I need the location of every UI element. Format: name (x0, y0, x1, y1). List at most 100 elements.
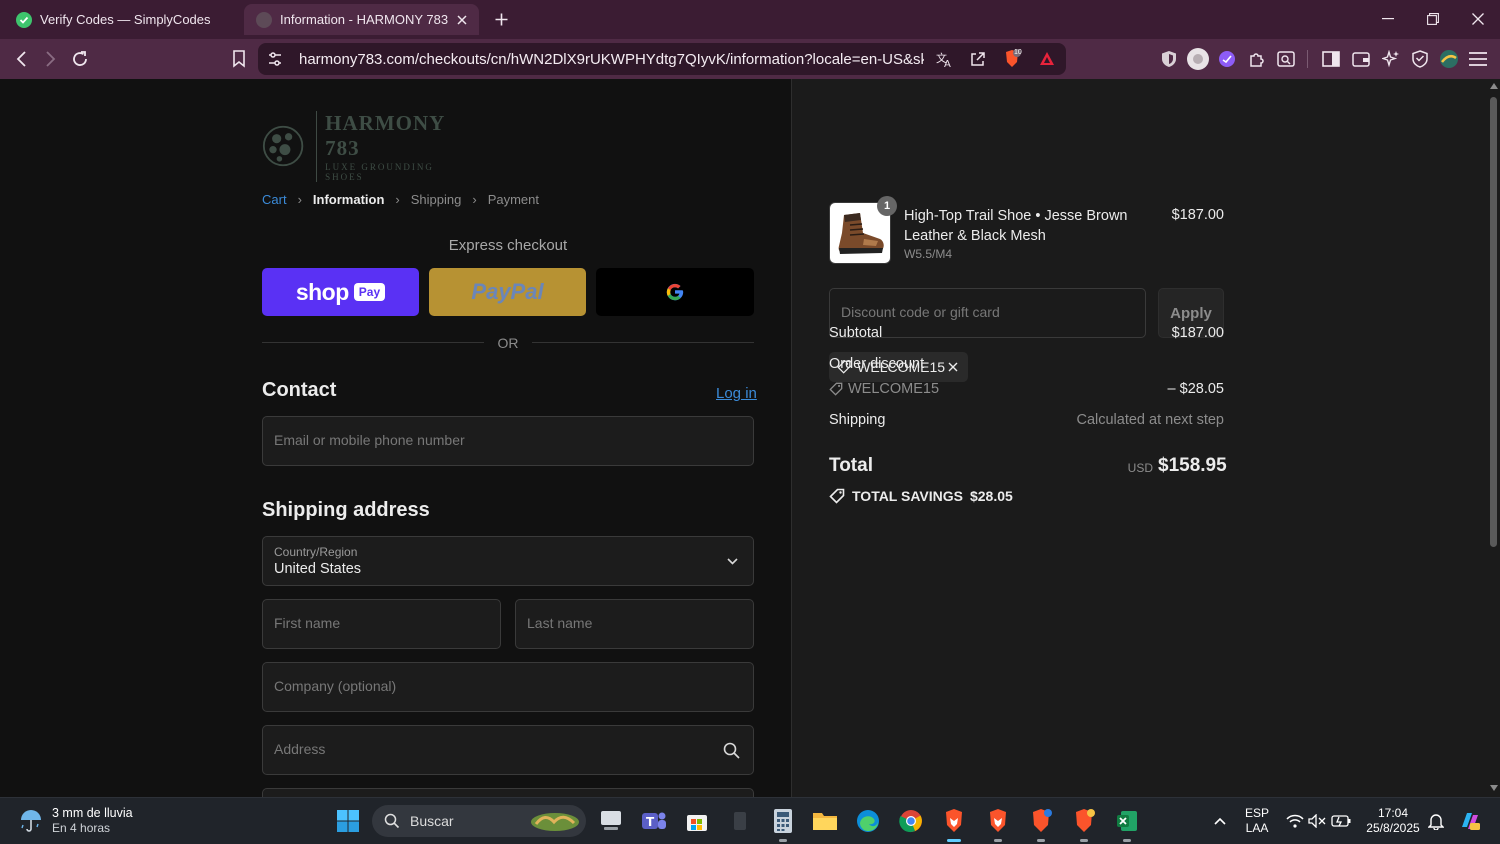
clock[interactable]: 17:04 25/8/2025 (1362, 806, 1424, 836)
address-bar[interactable]: harmony783.com/checkouts/cn/hWN2DlX9rUKW… (258, 43, 1066, 75)
vpn-shield-icon[interactable] (1408, 47, 1432, 71)
shipping-value: Calculated at next step (1076, 412, 1224, 428)
battery-icon[interactable] (1326, 806, 1356, 836)
google-pay-button[interactable] (596, 268, 754, 316)
apartment-field[interactable] (262, 788, 754, 797)
share-icon[interactable] (969, 50, 987, 68)
chrome-icon[interactable] (896, 806, 926, 836)
browser-toolbar: harmony783.com/checkouts/cn/hWN2DlX9rUKW… (0, 39, 1500, 79)
weather-widget[interactable]: 3 mm de lluvia En 4 horas (18, 806, 133, 836)
chevron-right-icon: › (472, 192, 477, 207)
brave-profile-icon[interactable] (1026, 806, 1056, 842)
minimize-window-icon[interactable] (1373, 6, 1403, 32)
microsoft-store-icon[interactable] (682, 806, 712, 836)
browser-tab-strip: Verify Codes — SimplyCodes Information -… (0, 0, 1500, 39)
leo-ai-icon[interactable] (1379, 47, 1403, 71)
excel-icon[interactable] (1112, 806, 1142, 842)
or-divider: OR (262, 333, 754, 353)
weather-title: 3 mm de lluvia (52, 806, 133, 820)
tab-harmony-checkout[interactable]: Information - HARMONY 783 - C (244, 4, 479, 35)
breadcrumb-cart[interactable]: Cart (262, 192, 287, 207)
url-text: harmony783.com/checkouts/cn/hWN2DlX9rUKW… (299, 51, 924, 68)
page-scrollbar[interactable] (1488, 79, 1500, 797)
language-indicator[interactable]: ESP LAA (1240, 806, 1274, 836)
sidebar-toggle-icon[interactable] (1319, 47, 1343, 71)
logo-title: HARMONY 783 (325, 110, 445, 160)
brave-browser-icon[interactable] (939, 806, 969, 842)
reader-mode-icon[interactable] (1274, 47, 1298, 71)
extensions-puzzle-icon[interactable] (1245, 47, 1269, 71)
windows-start-icon[interactable] (333, 806, 363, 836)
search-icon (384, 813, 400, 829)
breadcrumb: Cart › Information › Shipping › Payment (262, 192, 539, 207)
running-indicator (1037, 839, 1045, 842)
svg-text:T: T (646, 815, 655, 829)
shield-extension-icon[interactable] (1157, 47, 1181, 71)
country-select[interactable]: Country/Region United States (262, 536, 754, 586)
tag-icon (829, 382, 843, 396)
company-field[interactable]: Company (optional) (262, 662, 754, 712)
discount-placeholder: Discount code or gift card (841, 304, 1000, 320)
scroll-up-arrow-icon[interactable] (1490, 83, 1498, 89)
translate-icon[interactable]: 文A (936, 50, 954, 68)
total-value: $158.95 (1158, 455, 1227, 476)
email-field[interactable]: Email or mobile phone number (262, 416, 754, 466)
google-g-icon (666, 283, 684, 301)
keyboard-layout: LAA (1245, 821, 1269, 835)
brave-shields-icon[interactable]: 10 (1002, 49, 1022, 69)
show-hidden-icons-chevron-icon[interactable] (1205, 806, 1235, 836)
toolbar-divider (1307, 50, 1308, 68)
profile-avatar-icon[interactable] (1437, 47, 1461, 71)
first-name-field[interactable]: First name (262, 599, 501, 649)
teams-icon[interactable]: T (639, 806, 669, 836)
scrollbar-thumb[interactable] (1490, 97, 1497, 547)
calculator-icon[interactable] (768, 806, 798, 842)
brave-beta-icon[interactable] (983, 806, 1013, 842)
main-menu-hamburger-icon[interactable] (1466, 47, 1490, 71)
brave-rewards-icon[interactable] (1038, 50, 1056, 68)
clock-time: 17:04 (1377, 806, 1409, 820)
site-settings-icon[interactable] (267, 51, 283, 67)
last-name-field[interactable]: Last name (515, 599, 754, 649)
file-explorer-icon[interactable] (810, 806, 840, 836)
running-indicator (947, 839, 961, 842)
svg-text:A: A (944, 59, 951, 68)
product-price: $187.00 (1171, 207, 1224, 223)
restore-window-icon[interactable] (1418, 6, 1448, 32)
shop-pay-button[interactable]: shop Pay (262, 268, 419, 316)
checkout-page: HARMONY 783 LUXE GROUNDING SHOES Cart › … (0, 79, 1500, 797)
forward-arrow-icon[interactable] (38, 47, 62, 71)
address-field[interactable]: Address (262, 725, 754, 775)
dark-app-icon[interactable] (725, 806, 755, 836)
task-view-icon[interactable] (596, 806, 626, 836)
edge-browser-icon[interactable] (853, 806, 883, 836)
taskbar-search[interactable]: Buscar (372, 805, 586, 837)
wallet-icon[interactable] (1349, 47, 1373, 71)
running-indicator (1123, 839, 1131, 842)
brave-nightly-icon[interactable] (1069, 806, 1099, 842)
bookmark-icon[interactable] (227, 47, 251, 71)
breadcrumb-information: Information (312, 192, 385, 207)
tab-simplycodes[interactable]: Verify Codes — SimplyCodes (4, 4, 240, 35)
copilot-icon[interactable] (1455, 806, 1485, 836)
store-logo[interactable]: HARMONY 783 LUXE GROUNDING SHOES (262, 110, 472, 182)
first-name-placeholder: First name (274, 615, 341, 631)
harmony-favicon-icon (256, 11, 272, 28)
login-link[interactable]: Log in (716, 385, 757, 402)
purple-extension-icon[interactable] (1215, 47, 1239, 71)
scroll-down-arrow-icon[interactable] (1490, 785, 1498, 791)
profile-extension-icon[interactable] (1186, 47, 1210, 71)
quantity-badge: 1 (877, 196, 897, 216)
new-tab-plus-icon[interactable] (490, 8, 512, 30)
close-window-icon[interactable] (1463, 6, 1493, 32)
close-tab-icon[interactable] (451, 9, 473, 31)
reload-icon[interactable] (68, 47, 92, 71)
shipping-address-heading: Shipping address (262, 499, 430, 521)
paypal-button[interactable]: PayPal (429, 268, 586, 316)
country-value: United States (274, 561, 362, 577)
shop-pay-pill: Pay (353, 283, 386, 301)
back-arrow-icon[interactable] (10, 47, 34, 71)
search-icon (723, 742, 740, 759)
notifications-bell-icon[interactable] (1421, 806, 1451, 836)
shipping-row: Shipping Calculated at next step (829, 412, 1224, 428)
